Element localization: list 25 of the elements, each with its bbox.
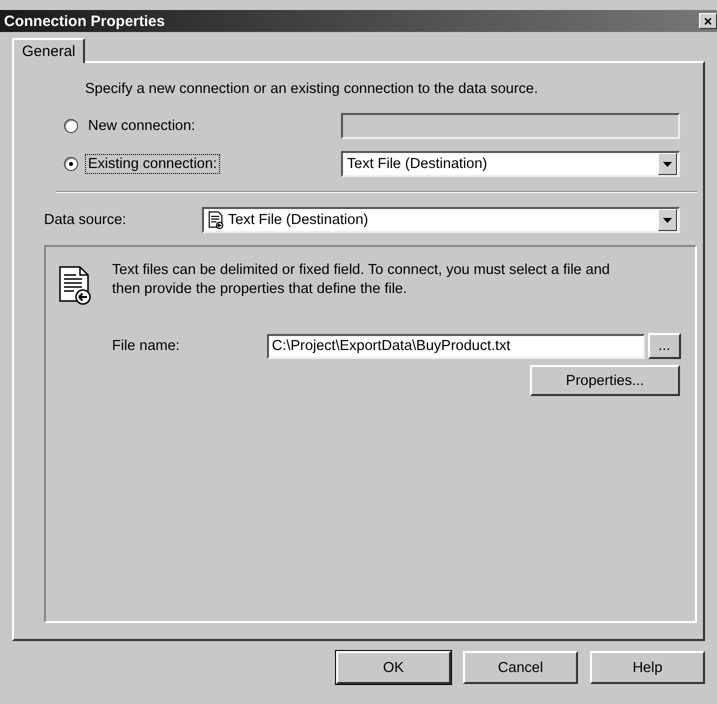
data-source-dropdown[interactable]: Text File (Destination) (202, 207, 680, 233)
close-button[interactable]: × (699, 13, 717, 29)
radio-label[interactable]: New connection: (85, 116, 198, 136)
caret-icon (663, 162, 672, 166)
data-source-label: Data source: (44, 212, 128, 228)
dropdown-button[interactable] (658, 153, 677, 175)
connection-dropdown[interactable]: Text File (Destination) (341, 151, 680, 177)
radio-button[interactable] (64, 157, 78, 171)
dialog-button[interactable]: OK (336, 651, 451, 684)
file-name-label: File name: (112, 338, 181, 354)
text-file-icon (58, 265, 92, 305)
properties-button[interactable]: Properties... (530, 365, 680, 396)
dialog-button[interactable]: Cancel (463, 651, 578, 684)
window-title: Connection Properties (4, 12, 165, 30)
radio-button[interactable] (64, 119, 78, 133)
dropdown-button[interactable] (658, 209, 677, 231)
dialog-button[interactable]: Help (590, 651, 705, 684)
radio-label[interactable]: Existing connection: (85, 154, 220, 174)
instruction-text: Specify a new connection or an existing connection to the data source. (85, 81, 540, 97)
file-name-field[interactable]: C:\Project\ExportData\BuyProduct.txt (266, 334, 645, 358)
caret-icon (663, 218, 672, 222)
browse-button[interactable]: ... (648, 333, 681, 359)
text-file-icon (208, 211, 224, 229)
tab[interactable]: General (12, 38, 86, 63)
description-text: Text files can be delimited or fixed field. To connect, you must select a file and then provide the properties that define the file. (112, 261, 611, 299)
